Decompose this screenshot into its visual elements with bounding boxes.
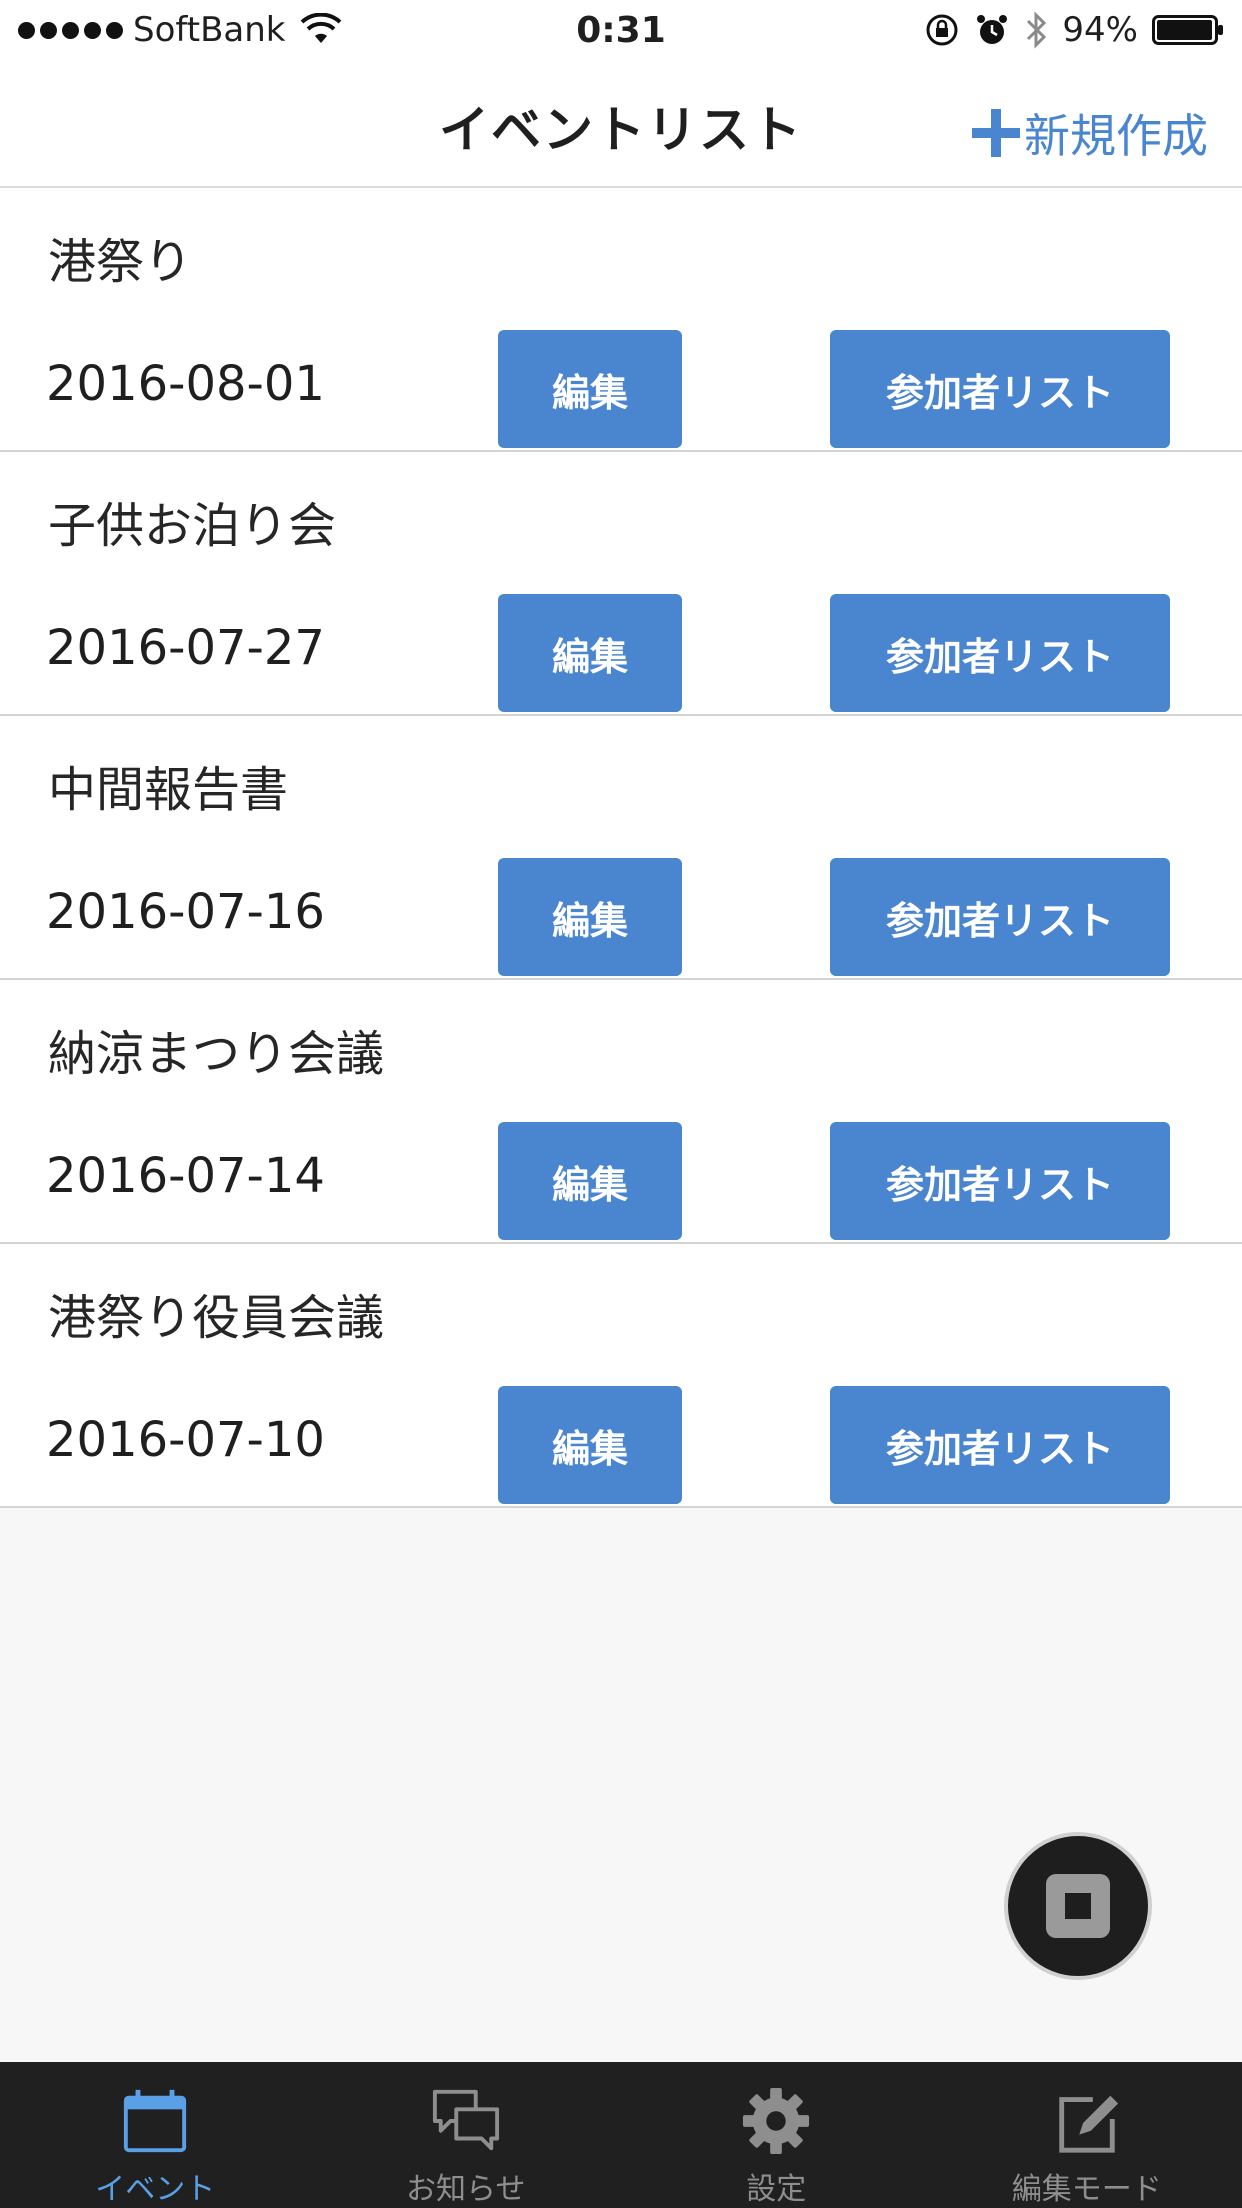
event-title: 子供お泊り会 — [48, 498, 337, 554]
new-event-button[interactable]: 新規作成 — [970, 100, 1208, 166]
status-right: 94% — [924, 10, 1224, 50]
participant-list-button[interactable]: 参加者リスト — [830, 1122, 1170, 1240]
alarm-icon — [977, 15, 1008, 44]
assistive-touch-button[interactable] — [1004, 1832, 1152, 1980]
participant-list-button[interactable]: 参加者リスト — [830, 1386, 1170, 1504]
event-title: 納涼まつり会議 — [48, 1026, 385, 1082]
calendar-icon — [124, 2089, 187, 2153]
event-row: 子供お泊り会 2016-07-27 編集 参加者リスト — [0, 452, 1242, 716]
participant-list-button[interactable]: 参加者リスト — [830, 594, 1170, 712]
event-row: 納涼まつり会議 2016-07-14 編集 参加者リスト — [0, 980, 1242, 1244]
battery-icon — [1152, 15, 1223, 45]
status-bar: SoftBank 0:31 94% — [0, 0, 1242, 60]
battery-percentage: 94% — [1062, 10, 1138, 50]
event-row: 港祭り役員会議 2016-07-10 編集 参加者リスト — [0, 1244, 1242, 1508]
tab-label: 編集モード — [1011, 2172, 1162, 2207]
tab-edit-mode[interactable]: 編集モード — [932, 2062, 1242, 2208]
edit-button[interactable]: 編集 — [498, 1386, 682, 1504]
tab-settings[interactable]: 設定 — [621, 2062, 932, 2208]
event-date: 2016-07-10 — [46, 1412, 325, 1468]
tab-bar: イベント お知らせ 設定 編集モード — [0, 2062, 1242, 2208]
event-title: 中間報告書 — [48, 762, 289, 818]
edit-button[interactable]: 編集 — [498, 858, 682, 976]
event-row: 中間報告書 2016-07-16 編集 参加者リスト — [0, 716, 1242, 980]
new-event-label: 新規作成 — [1024, 109, 1208, 163]
tab-events[interactable]: イベント — [0, 2062, 311, 2208]
gear-icon — [743, 2087, 810, 2155]
edit-button[interactable]: 編集 — [498, 1122, 682, 1240]
tab-label: お知らせ — [406, 2172, 526, 2207]
tab-label: イベント — [95, 2172, 216, 2207]
event-list: 港祭り 2016-08-01 編集 参加者リスト 子供お泊り会 2016-07-… — [0, 188, 1242, 1508]
edit-button[interactable]: 編集 — [498, 594, 682, 712]
event-date: 2016-07-27 — [46, 620, 325, 676]
participant-list-button[interactable]: 参加者リスト — [830, 858, 1170, 976]
rotation-lock-icon — [926, 14, 958, 46]
event-date: 2016-07-16 — [46, 884, 325, 940]
chat-bubbles-icon — [432, 2089, 499, 2151]
event-date: 2016-07-14 — [46, 1148, 325, 1204]
plus-icon — [972, 109, 1020, 157]
event-date: 2016-08-01 — [46, 356, 325, 412]
tab-label: 設定 — [746, 2172, 807, 2207]
bluetooth-icon — [1027, 11, 1047, 49]
navigation-bar: イベントリスト 新規作成 — [0, 60, 1242, 188]
event-row: 港祭り 2016-08-01 編集 参加者リスト — [0, 188, 1242, 452]
event-title: 港祭り役員会議 — [48, 1290, 385, 1346]
tab-notices[interactable]: お知らせ — [311, 2062, 622, 2208]
participant-list-button[interactable]: 参加者リスト — [830, 330, 1170, 448]
edit-button[interactable]: 編集 — [498, 330, 682, 448]
edit-icon — [1059, 2095, 1118, 2153]
event-title: 港祭り — [48, 234, 193, 290]
assistive-touch-icon — [1046, 1874, 1110, 1938]
